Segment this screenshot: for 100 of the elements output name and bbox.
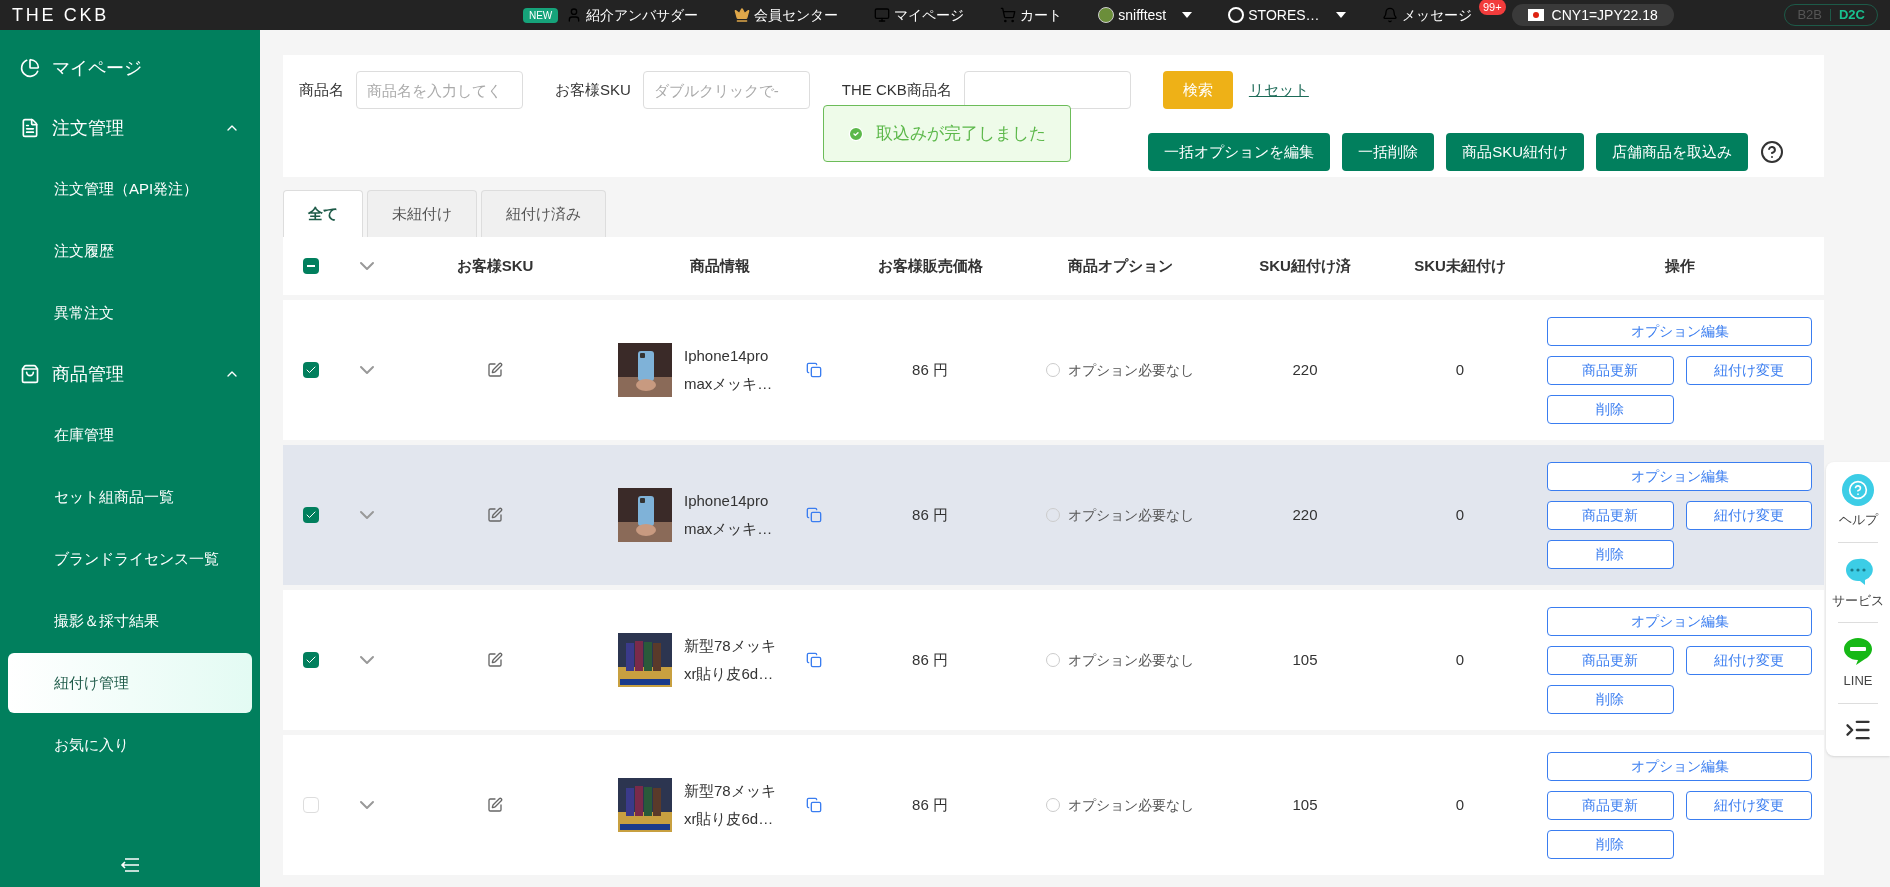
sidebar-item[interactable]: ブランドライセンス一覧 (8, 529, 252, 589)
action-button[interactable]: 一括削除 (1342, 133, 1435, 171)
operation-button[interactable]: 商品更新 (1547, 355, 1674, 385)
tab[interactable]: 紐付け済み (481, 190, 606, 237)
operation-button[interactable]: 削除 (1547, 539, 1674, 569)
caret-icon (1182, 12, 1193, 18)
sidebar-item[interactable]: お気に入り (8, 715, 252, 775)
copy-icon[interactable] (806, 507, 822, 523)
row-checkbox[interactable] (303, 652, 319, 668)
topbar-link[interactable]: 紹介アンバサダー (586, 4, 699, 26)
sidebar-item[interactable]: セット組商品一覧 (8, 467, 252, 527)
sidebar-item[interactable]: 在庫管理 (8, 405, 252, 465)
column-header: お客様販売価格 (877, 255, 983, 276)
operation-button[interactable]: 紐付け変更 (1685, 500, 1812, 530)
panel-label[interactable]: LINE (1843, 671, 1873, 691)
avatar-icon (1098, 7, 1115, 23)
column-header: 商品情報 (690, 255, 750, 276)
mode-tab[interactable]: D2C (1839, 5, 1865, 25)
filter-input[interactable]: ダブルクリックで- (642, 71, 810, 109)
help-icon[interactable] (1760, 140, 1784, 164)
product-name: 新型78メッキ xr貼り皮6d… (684, 781, 777, 829)
sidebar-group[interactable]: 商品管理 (0, 344, 260, 404)
edit-icon[interactable] (487, 507, 503, 523)
unlinked-count: 0 (1455, 794, 1465, 815)
topbar-link[interactable]: STORES… (1248, 4, 1320, 26)
filter-label: 商品名 (299, 79, 344, 100)
copy-icon[interactable] (806, 362, 822, 378)
success-icon (848, 125, 864, 142)
operation-button[interactable]: 削除 (1547, 684, 1674, 714)
check-icon (305, 654, 317, 666)
action-button[interactable]: 商品SKU紐付け (1446, 133, 1584, 171)
edit-icon[interactable] (487, 362, 503, 378)
price: 86 円 (912, 359, 948, 380)
operation-button[interactable]: 削除 (1547, 829, 1674, 859)
topbar-link[interactable]: カート (1020, 4, 1063, 26)
sidebar-item[interactable]: 注文履歴 (8, 221, 252, 281)
copy-icon[interactable] (806, 797, 822, 813)
copy-icon[interactable] (806, 652, 822, 668)
linked-count: 220 (1292, 359, 1318, 380)
topbar-link[interactable]: snifftest (1118, 4, 1167, 26)
count-badge: 99+ (1478, 0, 1506, 15)
panel-label[interactable]: ヘルプ (1838, 510, 1878, 530)
panel-label[interactable]: サービス (1832, 590, 1884, 610)
operation-button[interactable]: 削除 (1547, 394, 1674, 424)
unlinked-count: 0 (1455, 504, 1465, 525)
column-header: お客様SKU (456, 255, 534, 276)
action-button[interactable]: 一括オプションを編集 (1148, 133, 1331, 171)
row-checkbox[interactable] (303, 507, 319, 523)
option-text: オプション必要なし (1068, 505, 1194, 525)
sidebar-item[interactable]: 異常注文 (8, 283, 252, 343)
topbar-link[interactable]: マイページ (894, 4, 965, 26)
flag-icon (1527, 9, 1544, 21)
filter-label: お客様SKU (555, 79, 631, 100)
option-text: オプション必要なし (1068, 650, 1194, 670)
operation-button[interactable]: 紐付け変更 (1685, 645, 1812, 675)
sidebar-group[interactable]: マイページ (0, 38, 260, 98)
row-checkbox[interactable] (303, 362, 319, 378)
edit-icon[interactable] (487, 797, 503, 813)
operation-button[interactable]: オプション編集 (1547, 461, 1812, 491)
linked-count: 220 (1292, 504, 1318, 525)
operation-button[interactable]: オプション編集 (1547, 316, 1812, 346)
price: 86 円 (912, 794, 948, 815)
collapse-menu-icon[interactable] (120, 857, 140, 873)
bell-icon (1381, 7, 1398, 23)
operation-button[interactable]: 商品更新 (1547, 790, 1674, 820)
operation-button[interactable]: 商品更新 (1547, 645, 1674, 675)
operation-button[interactable]: 商品更新 (1547, 500, 1674, 530)
sidebar-group[interactable]: 注文管理 (0, 98, 260, 158)
toast-message: 取込みが完了しました (876, 122, 1046, 145)
sidebar-item[interactable]: 撮影＆採寸結果 (8, 591, 252, 651)
select-all-checkbox[interactable] (303, 258, 319, 274)
operation-button[interactable]: オプション編集 (1547, 751, 1812, 781)
row-checkbox[interactable] (303, 797, 319, 813)
tab[interactable]: 全て (283, 190, 363, 237)
logo[interactable]: THE CKB (12, 1, 109, 29)
operation-button[interactable]: 紐付け変更 (1685, 355, 1812, 385)
help-icon (1842, 474, 1874, 506)
reset-link[interactable]: リセット (1248, 78, 1309, 102)
sidebar-group-label: 商品管理 (52, 362, 124, 386)
option-text: オプション必要なし (1068, 795, 1194, 815)
topbar-link[interactable]: 会員センター (754, 4, 839, 26)
cart-icon (1000, 7, 1017, 23)
option-text: オプション必要なし (1068, 360, 1194, 380)
unlinked-count: 0 (1455, 649, 1465, 670)
filter-input[interactable]: 商品名を入力してく (356, 71, 523, 109)
operation-button[interactable]: 紐付け変更 (1685, 790, 1812, 820)
unlinked-count: 0 (1455, 359, 1465, 380)
topbar-link[interactable]: メッセージ (1401, 4, 1472, 26)
tab[interactable]: 未紐付け (367, 190, 477, 237)
price: 86 円 (912, 649, 948, 670)
sidebar-item[interactable]: 紐付け管理 (8, 653, 252, 713)
chat-bubble-icon (1842, 635, 1874, 667)
sidebar-item[interactable]: 注文管理（API発注） (8, 159, 252, 219)
check-icon (305, 364, 317, 376)
product-name: Iphone14pro maxメッキ… (684, 491, 774, 539)
edit-icon[interactable] (487, 652, 503, 668)
operation-button[interactable]: オプション編集 (1547, 606, 1812, 636)
bag-icon (20, 364, 40, 384)
sidebar-group-label: 注文管理 (52, 116, 124, 140)
action-button[interactable]: 店舗商品を取込み (1596, 133, 1748, 171)
